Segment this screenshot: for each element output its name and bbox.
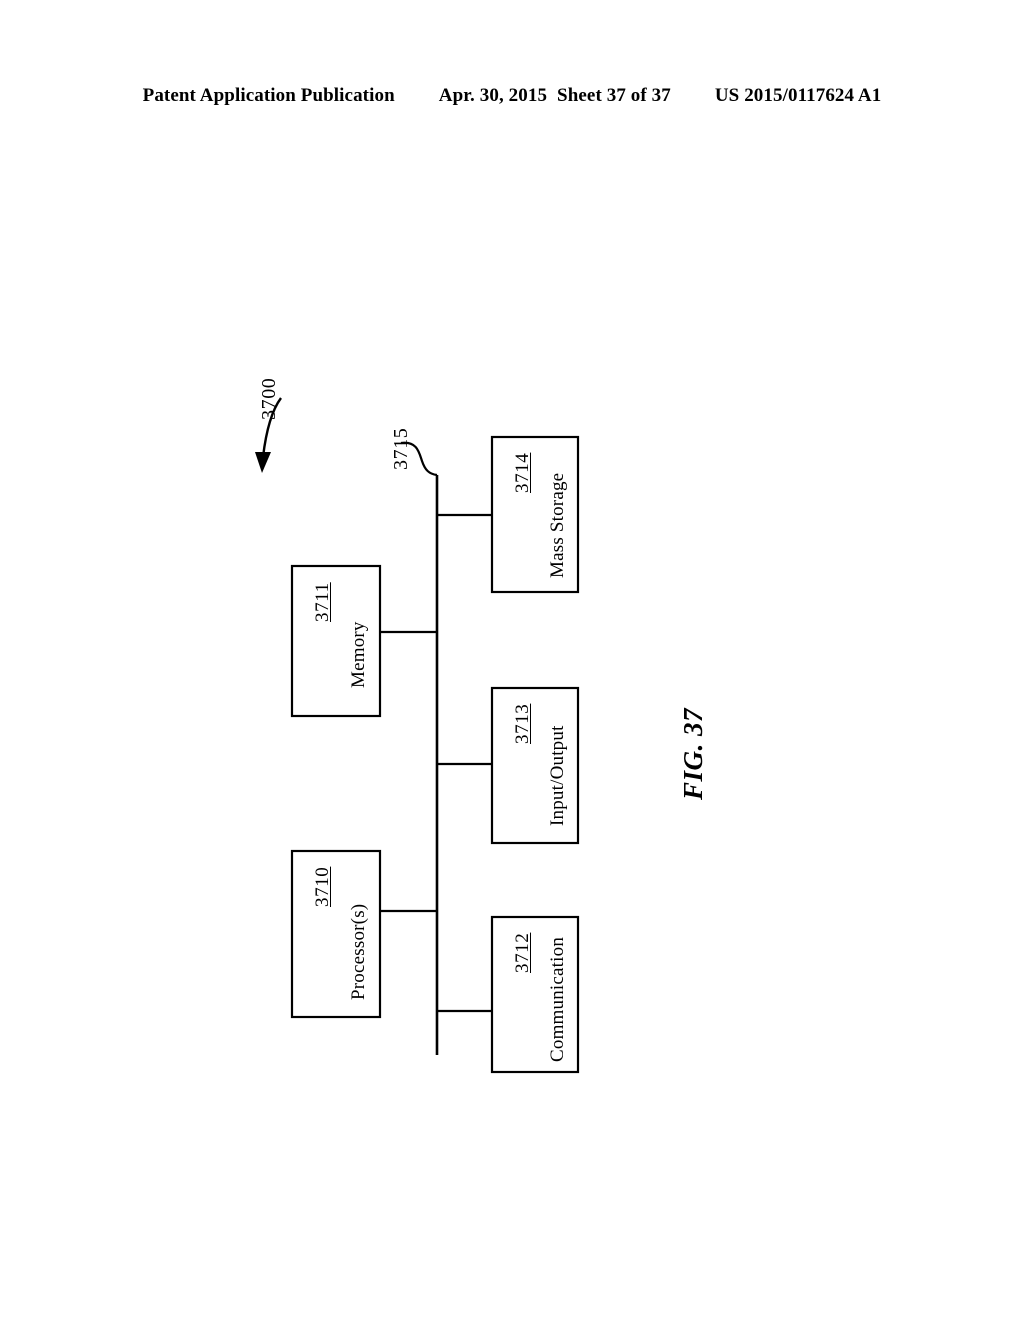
block-label-processors: Processor(s) <box>348 903 369 1000</box>
block-ref-input-output: 3713 <box>512 703 533 744</box>
block-label-communication: Communication <box>547 936 568 1062</box>
block-label-memory: Memory <box>348 621 369 688</box>
block-label-mass-storage: Mass Storage <box>547 472 568 578</box>
block-ref-mass-storage: 3714 <box>512 452 533 493</box>
block-ref-memory: 3711 <box>312 582 333 622</box>
block-ref-communication: 3712 <box>512 932 533 973</box>
system-leader-arrowhead <box>255 452 271 473</box>
figure-37-block-diagram: 3700 3715 3714 Mass Storage 3711 Memory … <box>0 0 1024 1320</box>
block-ref-processors: 3710 <box>312 866 333 907</box>
system-reference-number: 3700 <box>258 377 280 420</box>
bus-reference-number: 3715 <box>390 427 412 470</box>
figure-caption: FIG. 37 <box>678 707 708 800</box>
block-label-input-output: Input/Output <box>547 725 568 826</box>
figure-vector-layer <box>255 397 580 1074</box>
